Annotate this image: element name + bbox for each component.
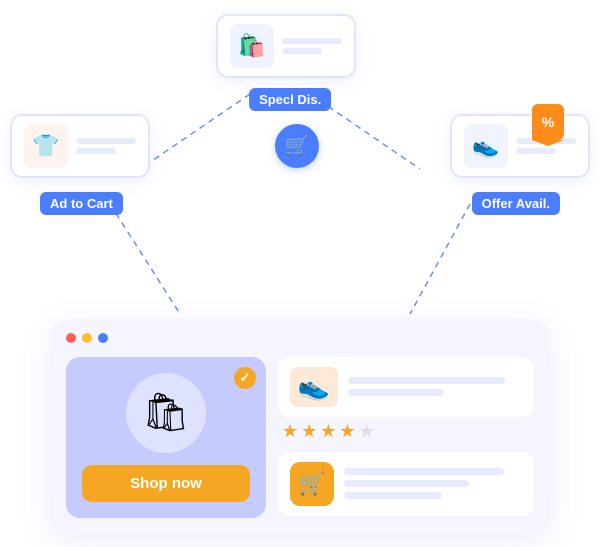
star-4: ★	[339, 421, 355, 442]
product-line	[348, 377, 505, 384]
card-lines-top	[282, 38, 342, 54]
cart-line	[344, 468, 504, 475]
cart-action-card: 🛒	[278, 452, 534, 516]
star-2: ★	[301, 421, 317, 442]
card-line	[76, 138, 136, 144]
cart-line	[344, 492, 442, 499]
special-discount-label: Specl Dis.	[249, 88, 331, 111]
card-line	[282, 38, 342, 44]
card-line	[516, 148, 556, 154]
star-5: ★	[359, 421, 375, 442]
offer-available-label: Offer Avail.	[472, 192, 560, 215]
card-line	[282, 48, 322, 54]
shop-now-button[interactable]: Shop now	[82, 465, 250, 502]
star-1: ★	[282, 421, 298, 442]
shirt-icon: 👕	[24, 124, 68, 168]
product-line	[348, 389, 444, 396]
star-rating: ★ ★ ★ ★ ★	[282, 421, 530, 442]
browser-window: ✓ 🛍 Shop now 👟	[50, 319, 550, 534]
cart-hanging-tag: 🛒	[275, 124, 319, 168]
shoe-icon: 👟	[464, 124, 508, 168]
dot-red	[66, 333, 76, 343]
product-lines	[348, 377, 522, 396]
cart-icon-box: 🛒	[290, 462, 334, 506]
add-to-cart-label: Ad to Cart	[40, 192, 123, 215]
browser-dots	[66, 333, 534, 343]
browser-right-panel: 👟 ★ ★ ★ ★ ★	[278, 357, 534, 518]
main-scene: 🛍️ Specl Dis. 👕 Ad to Cart 🛒 👟 Offer Ava…	[20, 14, 580, 534]
product-card: 👟 ★ ★ ★ ★ ★	[278, 357, 534, 442]
cart-line	[344, 480, 469, 487]
special-discount-card: 🛍️	[216, 14, 356, 78]
dot-yellow	[82, 333, 92, 343]
dot-blue	[98, 333, 108, 343]
browser-content: ✓ 🛍 Shop now 👟	[66, 357, 534, 518]
percent-price-tag: %	[532, 104, 564, 140]
special-discount-icon: 🛍️	[230, 24, 274, 68]
product-image: 👟	[290, 367, 338, 407]
cart-card-lines	[344, 468, 522, 499]
bag-icon: 🛍	[126, 373, 206, 453]
card-lines-left	[76, 138, 136, 154]
product-card-inner: 👟	[278, 357, 534, 417]
star-3: ★	[320, 421, 336, 442]
add-to-cart-card: 👕	[10, 114, 150, 178]
card-line	[76, 148, 116, 154]
offer-available-card: 👟	[450, 114, 590, 178]
browser-left-panel: ✓ 🛍 Shop now	[66, 357, 266, 518]
check-badge: ✓	[234, 367, 256, 389]
